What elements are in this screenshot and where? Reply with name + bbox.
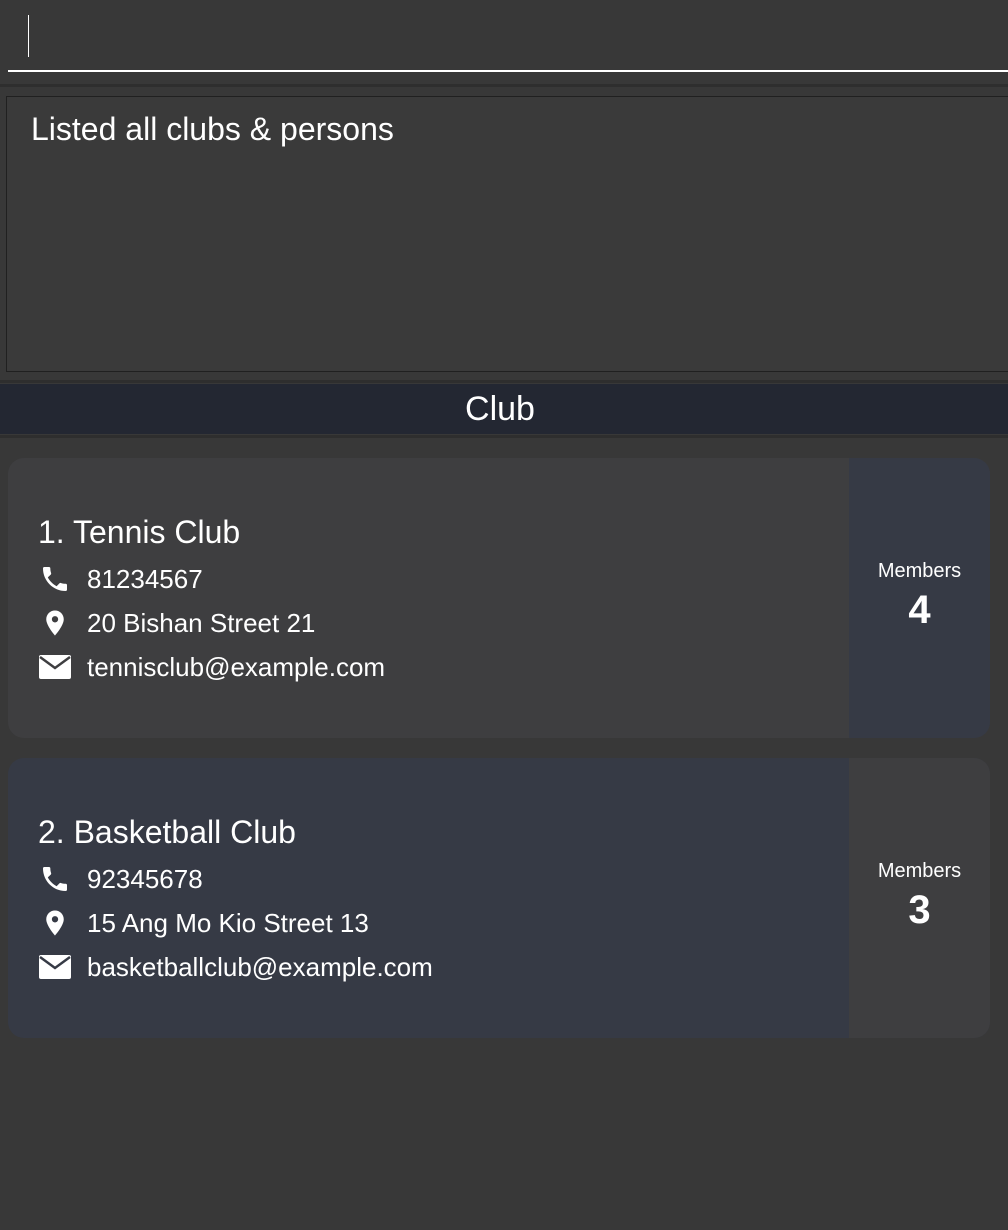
- club-address-row: 20 Bishan Street 21: [38, 605, 315, 641]
- phone-icon: [38, 862, 72, 896]
- location-pin-icon: [38, 906, 72, 940]
- club-phone-row: 81234567: [38, 561, 203, 597]
- app-window: Listed all clubs & persons Club 1. Tenni…: [0, 0, 1008, 1230]
- members-label: Members: [877, 860, 962, 882]
- members-label: Members: [877, 560, 962, 582]
- command-box[interactable]: [8, 0, 1008, 72]
- members-count: 4: [908, 588, 931, 632]
- divider: [0, 84, 1008, 87]
- members-count: 3: [908, 888, 931, 932]
- club-phone-row: 92345678: [38, 861, 203, 897]
- club-card-details: 1. Tennis Club 81234567 20 Bishan Street…: [8, 458, 849, 738]
- club-email-row: tennisclub@example.com: [38, 649, 385, 685]
- text-caret: [28, 15, 29, 57]
- divider: [0, 435, 1008, 438]
- club-card-details: 2. Basketball Club 92345678 15 Ang Mo Ki…: [8, 758, 849, 1038]
- result-message: Listed all clubs & persons: [31, 111, 394, 147]
- club-email: basketballclub@example.com: [87, 951, 433, 982]
- envelope-icon: [38, 650, 72, 684]
- location-pin-icon: [38, 606, 72, 640]
- divider: [0, 380, 1008, 383]
- club-name: 1. Tennis Club: [38, 514, 241, 550]
- club-phone: 92345678: [87, 863, 203, 894]
- club-email-row: basketballclub@example.com: [38, 949, 433, 985]
- command-input[interactable]: [8, 0, 1008, 70]
- club-card[interactable]: 2. Basketball Club 92345678 15 Ang Mo Ki…: [8, 758, 990, 1038]
- club-name: 2. Basketball Club: [38, 814, 296, 850]
- club-list-header: Club: [0, 384, 1008, 434]
- club-phone: 81234567: [87, 563, 203, 594]
- club-list-title: Club: [465, 390, 535, 428]
- club-address: 20 Bishan Street 21: [87, 607, 316, 638]
- club-email: tennisclub@example.com: [87, 651, 386, 682]
- club-address-row: 15 Ang Mo Kio Street 13: [38, 905, 369, 941]
- club-card[interactable]: 1. Tennis Club 81234567 20 Bishan Street…: [8, 458, 990, 738]
- phone-icon: [38, 562, 72, 596]
- envelope-icon: [38, 950, 72, 984]
- result-display[interactable]: Listed all clubs & persons: [6, 96, 1008, 372]
- club-members-panel: Members 4: [849, 458, 990, 738]
- club-members-panel: Members 3: [849, 758, 990, 1038]
- club-address: 15 Ang Mo Kio Street 13: [87, 907, 369, 938]
